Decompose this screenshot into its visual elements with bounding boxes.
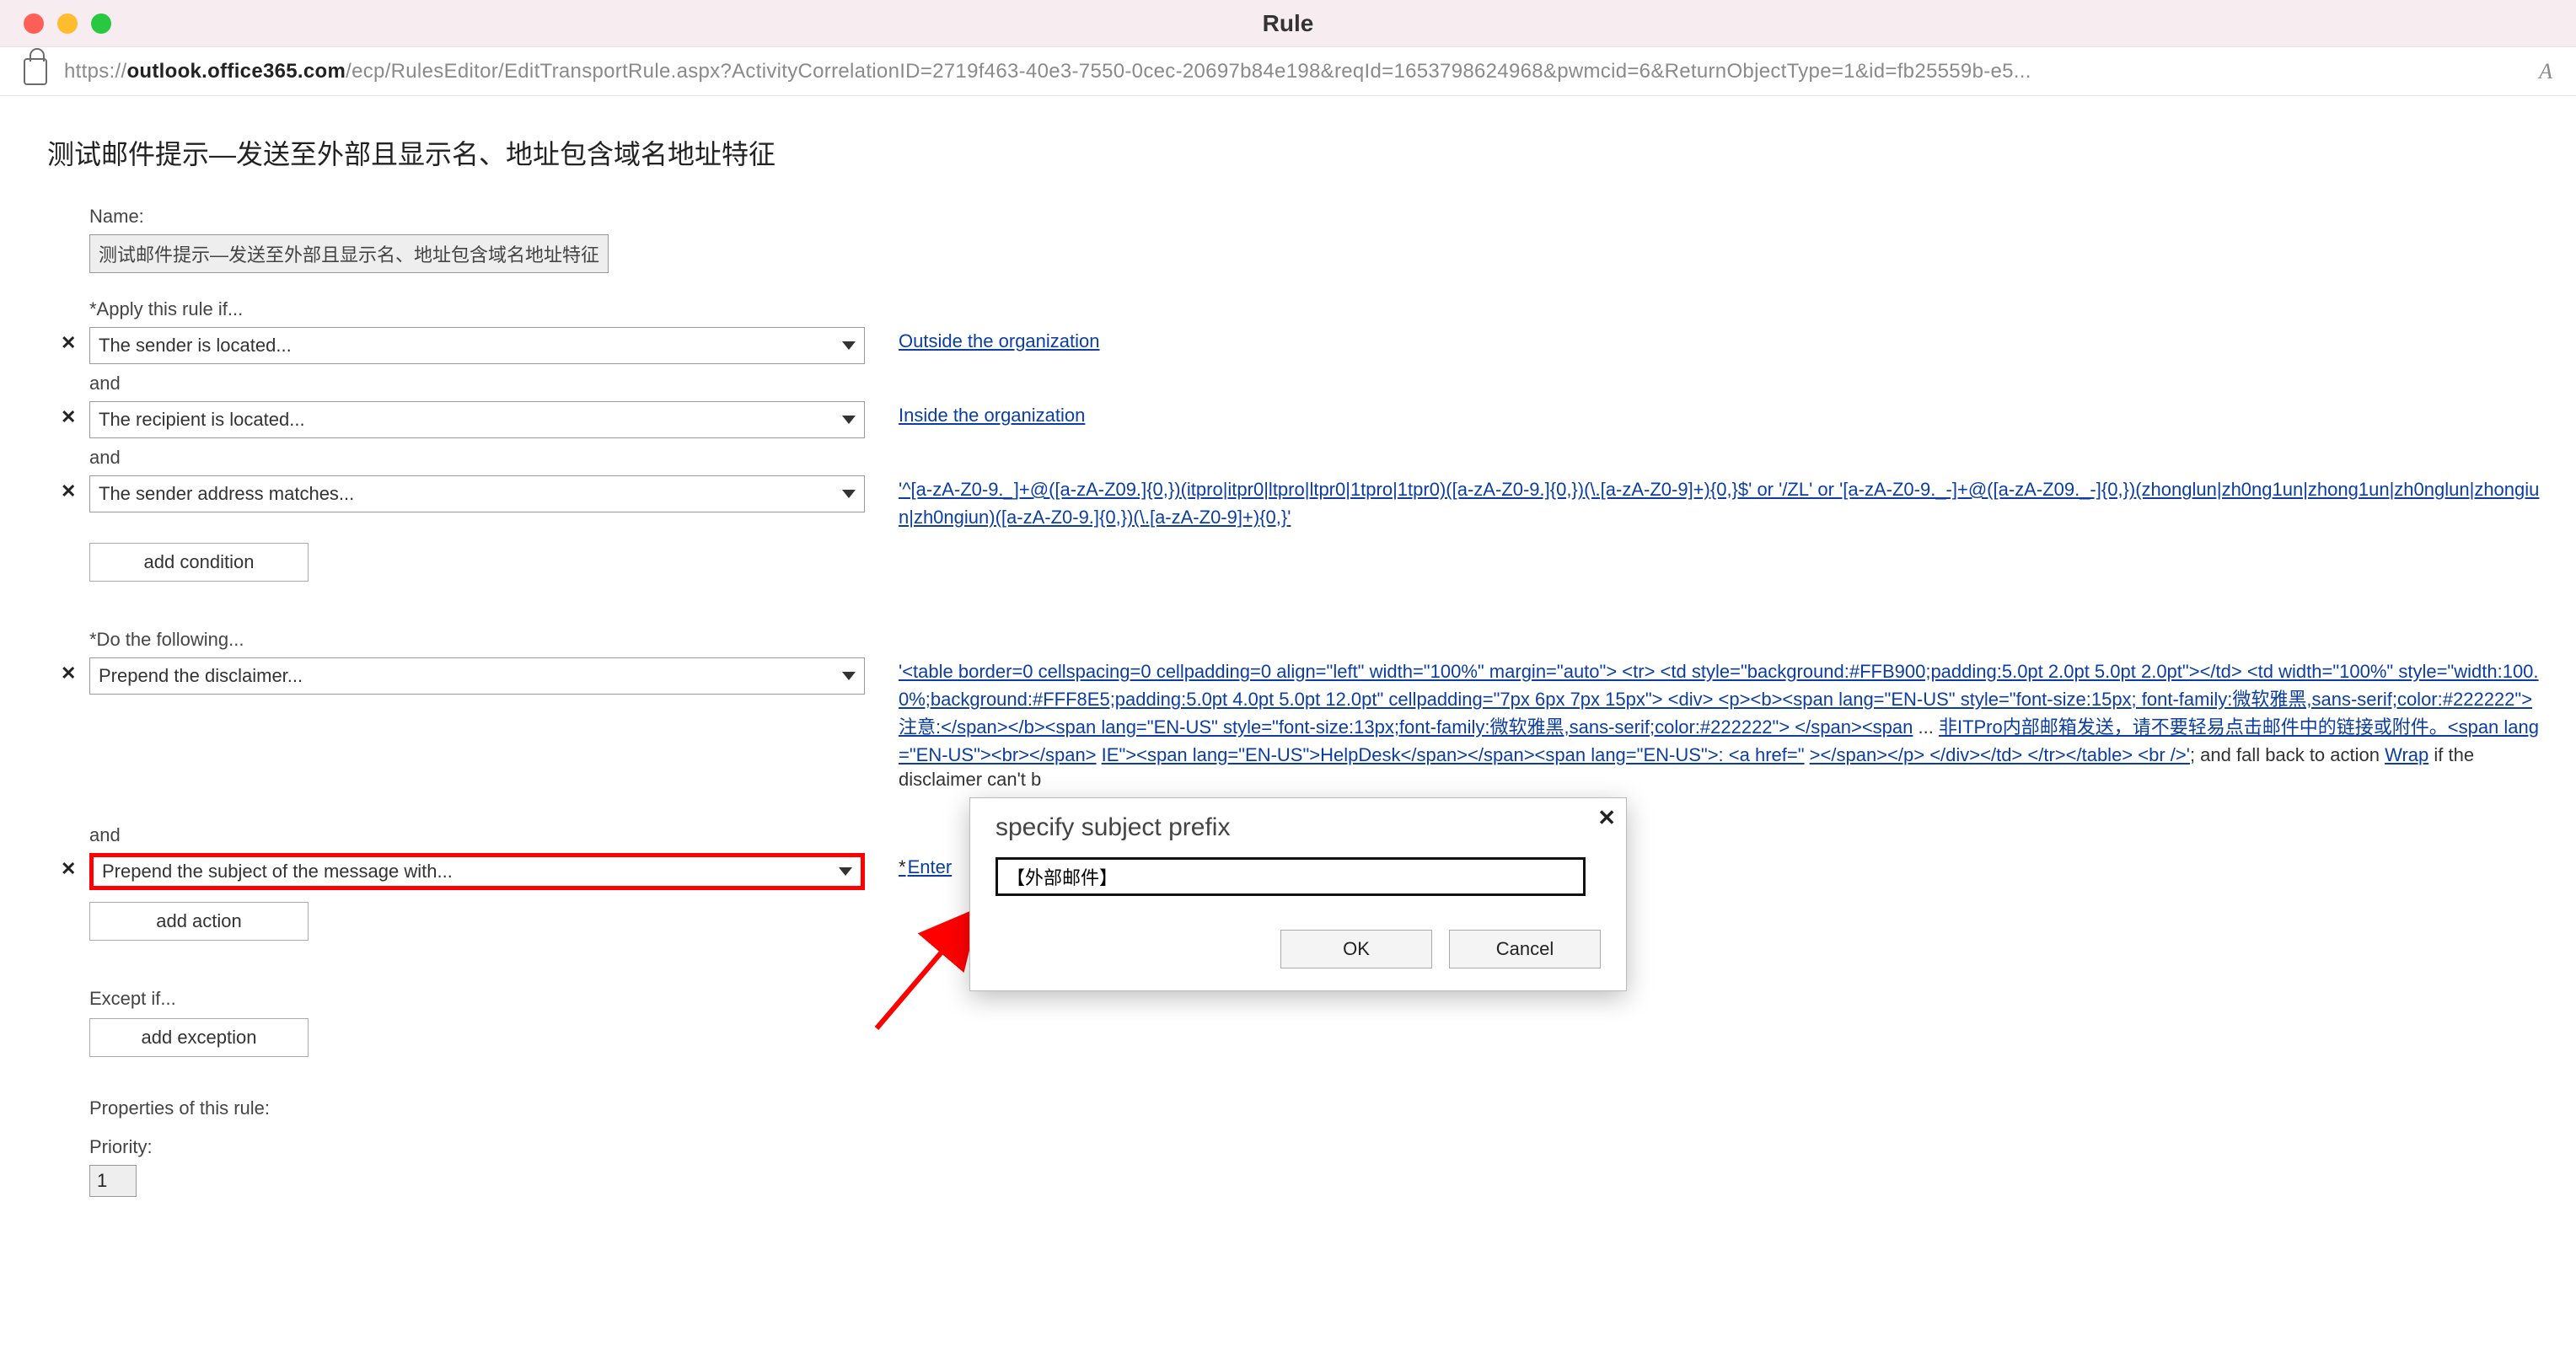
name-field[interactable]: 测试邮件提示—发送至外部且显示名、地址包含域名地址特征 [89, 234, 609, 273]
chevron-down-icon [842, 490, 856, 498]
action-value: '<table border=0 cellspacing=0 cellpaddi… [899, 657, 2546, 791]
properties-label: Properties of this rule: [89, 1097, 2546, 1119]
priority-field[interactable]: 1 [89, 1165, 137, 1197]
action-select[interactable]: Prepend the disclaimer... [89, 657, 865, 695]
apply-if-label: *Apply this rule if... [89, 298, 2546, 320]
remove-condition-icon[interactable]: ✕ [61, 480, 76, 502]
condition-row: ✕ The recipient is located... Inside the… [89, 401, 2546, 438]
remove-condition-icon[interactable]: ✕ [61, 332, 76, 354]
chevron-down-icon [842, 416, 856, 424]
subject-prefix-input[interactable] [996, 857, 1586, 896]
fallback-wrap-link[interactable]: Wrap [2385, 744, 2428, 765]
remove-condition-icon[interactable]: ✕ [61, 406, 76, 428]
url-schema: https:// [64, 60, 126, 83]
close-icon[interactable]: ✕ [1597, 805, 1616, 831]
disclaimer-html-link[interactable]: IE"><span lang="EN-US">HelpDesk</span></… [1102, 744, 1805, 765]
chevron-down-icon [842, 341, 856, 350]
page-body: 测试邮件提示—发送至外部且显示名、地址包含域名地址特征 Name: 测试邮件提示… [0, 96, 2576, 1231]
action-select-highlighted[interactable]: Prepend the subject of the message with.… [89, 853, 865, 890]
titlebar: Rule [0, 0, 2576, 47]
url-path: /ecp/RulesEditor/EditTransportRule.aspx?… [346, 60, 2031, 83]
condition-row: ✕ The sender is located... Outside the o… [89, 327, 2546, 364]
dialog-title: specify subject prefix [996, 813, 1601, 842]
action-select-label: Prepend the disclaimer... [99, 665, 303, 687]
lock-icon [24, 58, 47, 85]
window-title: Rule [0, 10, 2576, 37]
name-label: Name: [89, 206, 2546, 228]
condition-value-link[interactable]: Inside the organization [899, 405, 1085, 426]
condition-value-link[interactable]: Outside the organization [899, 330, 1100, 351]
priority-label: Priority: [89, 1136, 2546, 1158]
page-title: 测试邮件提示—发送至外部且显示名、地址包含域名地址特征 [47, 133, 2546, 172]
address-bar: https://outlook.office365.com/ecp/RulesE… [0, 47, 2576, 96]
do-following-label: *Do the following... [89, 629, 2546, 651]
and-label: and [89, 447, 2546, 469]
subject-prefix-dialog: ✕ specify subject prefix OK Cancel [969, 797, 1627, 991]
disclaimer-trail: ; and fall back to action [2190, 744, 2385, 765]
condition-select[interactable]: The sender is located... [89, 327, 865, 364]
url-host: outlook.office365.com [126, 60, 346, 83]
condition-value-link[interactable]: '^[a-zA-Z0-9._]+@([a-zA-Z09.]{0,})(itpro… [899, 479, 2539, 528]
condition-select[interactable]: The sender address matches... [89, 475, 865, 512]
disclaimer-html-link[interactable]: ></span></p> </div></td> </tr></table> <… [1810, 744, 2190, 765]
chevron-down-icon [842, 672, 856, 680]
action-row: ✕ Prepend the disclaimer... '<table bord… [89, 657, 2546, 791]
condition-select-label: The recipient is located... [99, 409, 305, 431]
ok-button[interactable]: OK [1280, 930, 1432, 968]
add-action-button[interactable]: add action [89, 902, 309, 941]
disclaimer-text-gap: ... [1919, 716, 1939, 738]
remove-action-icon[interactable]: ✕ [61, 663, 76, 684]
add-condition-button[interactable]: add condition [89, 543, 309, 582]
chevron-down-icon [839, 867, 852, 876]
condition-select[interactable]: The recipient is located... [89, 401, 865, 438]
reader-mode-icon[interactable]: A [2539, 59, 2552, 84]
cancel-button[interactable]: Cancel [1449, 930, 1601, 968]
condition-row: ✕ The sender address matches... '^[a-zA-… [89, 475, 2546, 531]
enter-text-link[interactable]: Enter [899, 856, 952, 877]
action-select-label: Prepend the subject of the message with.… [102, 861, 453, 883]
url-text[interactable]: https://outlook.office365.com/ecp/RulesE… [64, 60, 2522, 83]
and-label: and [89, 373, 2546, 394]
condition-select-label: The sender is located... [99, 335, 292, 357]
remove-action-icon[interactable]: ✕ [61, 858, 76, 880]
add-exception-button[interactable]: add exception [89, 1018, 309, 1057]
condition-select-label: The sender address matches... [99, 483, 354, 505]
